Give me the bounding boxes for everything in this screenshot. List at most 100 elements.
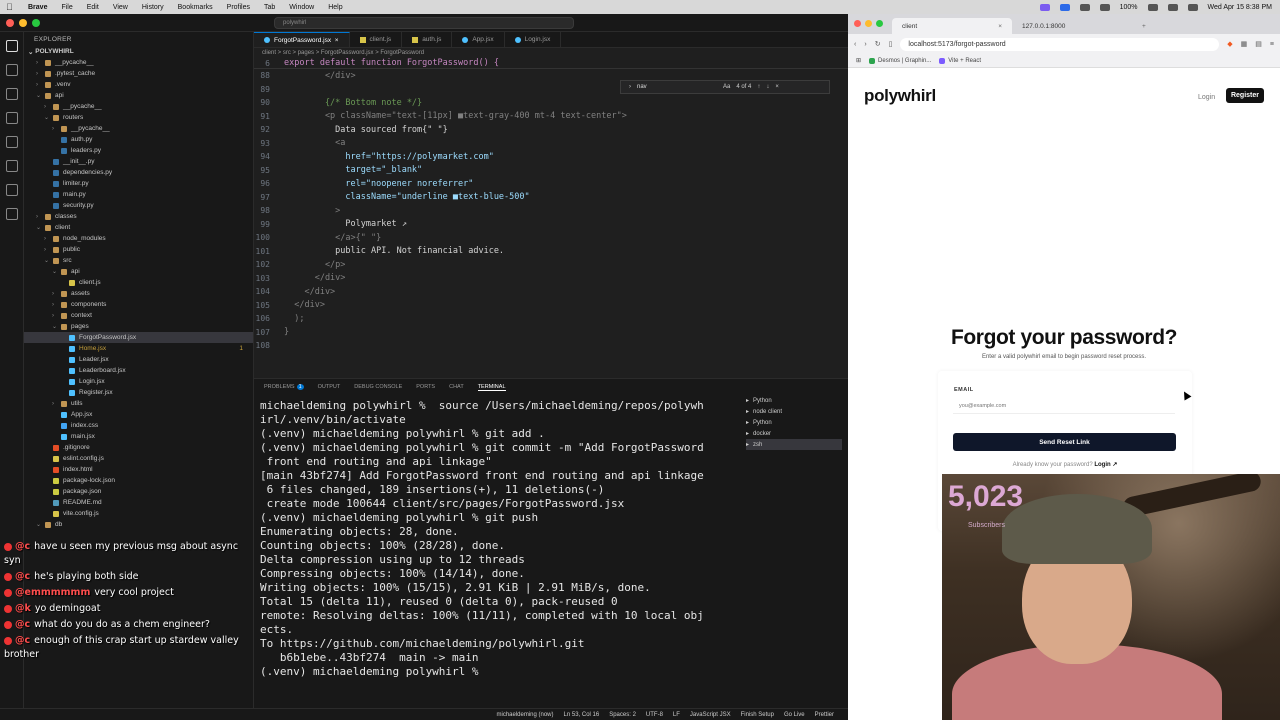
tree-folder[interactable]: › __pycache__ [24, 123, 253, 134]
code-line[interactable]: 101 public API. Not financial advice. [254, 245, 848, 259]
bookmark-desmos[interactable]: Desmos | Graphin... [869, 57, 931, 64]
tree-folder[interactable]: ⌄ pages [24, 321, 253, 332]
code-line[interactable]: 103 </div> [254, 272, 848, 286]
menu-profiles[interactable]: Profiles [227, 4, 250, 11]
sidebar-icon[interactable]: ▤ [1255, 40, 1262, 48]
tree-folder[interactable]: › public [24, 244, 253, 255]
tree-folder[interactable]: › node_modules [24, 233, 253, 244]
breadcrumb[interactable]: client > src > pages > ForgotPassword.js… [254, 48, 848, 58]
tree-file[interactable]: Login.jsx [24, 376, 253, 387]
code-line[interactable]: 106 ); [254, 312, 848, 326]
project-root[interactable]: ⌄ POLYWHIRL [24, 46, 253, 57]
match-case-button[interactable]: Aa [723, 84, 730, 90]
clock[interactable]: Wed Apr 15 8:38 PM [1208, 4, 1272, 11]
terminal-item-python[interactable]: ▸ Python [746, 417, 842, 428]
testing-icon[interactable] [6, 160, 18, 172]
status-indentation[interactable]: Spaces: 2 [609, 712, 636, 718]
reload-icon[interactable]: ↻ [875, 40, 881, 48]
tree-folder[interactable]: ⌄ routers [24, 112, 253, 123]
tree-folder[interactable]: ⌄ db [24, 519, 253, 530]
tab-debug-console[interactable]: DEBUG CONSOLE [354, 384, 402, 390]
code-line[interactable]: 92 Data sourced from{" "} [254, 123, 848, 137]
menu-history[interactable]: History [142, 4, 164, 11]
tray-app-icon[interactable] [1039, 3, 1050, 11]
terminal-output[interactable]: michaeldeming polywhirl % source /Users/… [260, 399, 742, 679]
browser-tab-client[interactable]: client × [892, 18, 1012, 34]
tree-file[interactable]: App.jsx [24, 409, 253, 420]
terminal-item-node[interactable]: ▸ node client [746, 406, 842, 417]
sticky-scroll-line[interactable]: 6 export default function ForgotPassword… [254, 58, 848, 69]
battery-icon[interactable] [1147, 3, 1158, 11]
source-control-icon[interactable] [6, 88, 18, 100]
code-view[interactable]: 6 export default function ForgotPassword… [254, 58, 848, 353]
status-encoding[interactable]: UTF-8 [646, 712, 663, 718]
code-line[interactable]: 107} [254, 326, 848, 340]
code-line[interactable]: 99 Polymarket ↗ [254, 218, 848, 232]
previous-match-icon[interactable]: ↑ [757, 84, 760, 90]
tree-folder[interactable]: › classes [24, 211, 253, 222]
close-icon[interactable]: × [775, 84, 779, 90]
extensions-icon[interactable]: ▦ [1241, 40, 1248, 48]
tree-folder[interactable]: › .venv [24, 79, 253, 90]
email-field[interactable] [953, 399, 1175, 414]
tree-file[interactable]: client.js [24, 277, 253, 288]
login-link[interactable]: Login ↗ [1094, 462, 1117, 468]
terminal-item-python[interactable]: ▸ Python [746, 395, 842, 406]
tab-output[interactable]: OUTPUT [318, 384, 341, 390]
tree-file[interactable]: leaders.py [24, 145, 253, 156]
tree-file[interactable]: Leaderboard.jsx [24, 365, 253, 376]
tree-folder[interactable]: ⌄ api [24, 266, 253, 277]
tree-file[interactable]: index.css [24, 420, 253, 431]
status-go-live[interactable]: Go Live [784, 712, 805, 718]
find-input[interactable]: nav [637, 84, 717, 90]
remote-explorer-icon[interactable] [6, 184, 18, 196]
nav-login-link[interactable]: Login [1198, 94, 1215, 101]
address-bar[interactable]: localhost:5173/forgot-password [900, 37, 1220, 51]
tab-auth-js[interactable]: auth.js [402, 32, 453, 47]
browser-tab-api[interactable]: 127.0.0.1:8000 [1012, 18, 1132, 34]
menu-app-name[interactable]: Brave [28, 4, 47, 11]
chevron-right-icon[interactable]: › [629, 84, 631, 90]
tab-chat[interactable]: CHAT [449, 384, 464, 390]
tree-file[interactable]: limiter.py [24, 178, 253, 189]
menu-bookmarks[interactable]: Bookmarks [178, 4, 213, 11]
status-cursor-position[interactable]: Ln 53, Col 16 [564, 712, 600, 718]
status-finish-setup[interactable]: Finish Setup [741, 712, 774, 718]
tree-file[interactable]: eslint.config.js [24, 453, 253, 464]
tree-folder[interactable]: › components [24, 299, 253, 310]
code-line[interactable]: 105 </div> [254, 299, 848, 313]
tree-file[interactable]: README.md [24, 497, 253, 508]
tree-file[interactable]: index.html [24, 464, 253, 475]
minimize-window-button[interactable] [19, 19, 27, 27]
forward-icon[interactable]: › [864, 41, 866, 48]
brave-shields-icon[interactable]: ◆ [1227, 40, 1232, 48]
tree-file[interactable]: auth.py [24, 134, 253, 145]
menu-file[interactable]: File [61, 4, 72, 11]
tree-folder[interactable]: › .pytest_cache [24, 68, 253, 79]
tray-app-icon[interactable] [1059, 3, 1070, 11]
tree-file[interactable]: vite.config.js [24, 508, 253, 519]
zoom-window-button[interactable] [32, 19, 40, 27]
docker-icon[interactable] [6, 208, 18, 220]
menu-edit[interactable]: Edit [87, 4, 99, 11]
code-line[interactable]: 104 </div> [254, 285, 848, 299]
tree-file[interactable]: .gitignore [24, 442, 253, 453]
code-line[interactable]: 102 </p> [254, 258, 848, 272]
code-line[interactable]: 94 href="https://polymarket.com" [254, 150, 848, 164]
tree-file[interactable]: Home.jsx 1 [24, 343, 253, 354]
tree-file[interactable]: main.py [24, 189, 253, 200]
wifi-icon[interactable] [1167, 3, 1178, 11]
send-reset-link-button[interactable]: Send Reset Link [953, 433, 1176, 451]
code-line[interactable]: 98 > [254, 204, 848, 218]
tree-folder[interactable]: › utils [24, 398, 253, 409]
zoom-window-button[interactable] [876, 20, 883, 27]
search-icon[interactable] [6, 64, 18, 76]
close-window-button[interactable] [854, 20, 861, 27]
code-line[interactable]: 91 <p className="text-[11px] ■text-gray-… [254, 110, 848, 124]
tree-file[interactable]: package-lock.json [24, 475, 253, 486]
tree-file[interactable]: ForgotPassword.jsx [24, 332, 253, 343]
code-line[interactable]: 100 </a>{" "} [254, 231, 848, 245]
terminal-item-docker[interactable]: ▸ docker [746, 428, 842, 439]
site-logo[interactable]: polywhirl [864, 86, 936, 106]
new-tab-button[interactable]: + [1132, 18, 1152, 34]
